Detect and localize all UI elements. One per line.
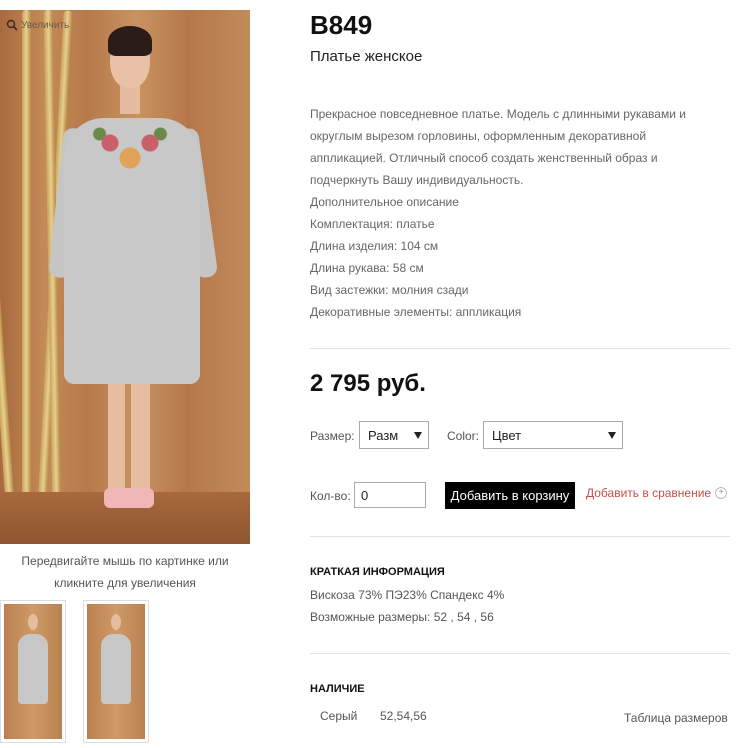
quantity-label: Кол-во: [310, 489, 351, 503]
model-legs [108, 382, 150, 502]
dress-applique [90, 122, 170, 182]
plus-circle-icon: + [715, 487, 728, 499]
divider [310, 348, 730, 349]
dropdown-arrow-icon [414, 432, 422, 439]
divider [310, 536, 730, 537]
main-product-image[interactable] [0, 10, 250, 544]
description-line: Прекрасное повседневное платье. Модель с… [310, 107, 686, 121]
availability-title: НАЛИЧИЕ [310, 683, 365, 695]
model-shoes [104, 488, 154, 508]
availability-color: Серый [320, 709, 358, 723]
description-line: аппликацией. Отличный способ создать жен… [310, 151, 658, 165]
product-sku: B849 [310, 10, 373, 40]
size-table-link[interactable]: Таблица размеров [624, 711, 728, 725]
model-hair [108, 26, 152, 56]
description-line: Комплектация: платье [310, 217, 435, 231]
description-line: Декоративные элементы: аппликация [310, 305, 522, 319]
brief-info-title: КРАТКАЯ ИНФОРМАЦИЯ [310, 566, 445, 578]
product-price: 2 795 руб. [310, 370, 426, 397]
zoom-hint-label: Увеличить [21, 19, 70, 31]
composition-text: Вискоза 73% ПЭ23% Спандекс 4% [310, 588, 505, 602]
dropdown-arrow-icon [608, 432, 616, 439]
description-line: Длина рукава: 58 см [310, 261, 424, 275]
color-select[interactable]: Цвет [483, 421, 623, 449]
size-select[interactable]: Разм [359, 421, 429, 449]
sizes-text: Возможные размеры: 52 , 54 , 56 [310, 610, 494, 624]
availability-sizes: 52,54,56 [380, 709, 427, 723]
description-line: Дополнительное описание [310, 195, 459, 209]
quantity-input[interactable] [354, 482, 426, 508]
add-to-cart-button[interactable]: Добавить в корзину [445, 482, 575, 509]
product-name: Платье женское [310, 48, 423, 65]
size-select-value: Разм [368, 428, 399, 443]
description-line: округлым вырезом горловины, оформленным … [310, 129, 647, 143]
add-to-compare-label: Добавить в сравнение [586, 486, 712, 500]
product-description: Прекрасное повседневное платье. Модель с… [310, 103, 720, 323]
add-to-compare-link[interactable]: Добавить в сравнение + [586, 486, 728, 500]
zoom-caption: Передвигайте мышь по картинке или кликни… [21, 554, 229, 590]
zoom-hint[interactable]: Увеличить [6, 19, 69, 31]
thumbnail-front[interactable] [0, 600, 66, 743]
bamboo-decor [22, 10, 31, 530]
magnifier-icon [6, 19, 18, 31]
model-neck [120, 84, 140, 114]
description-line: Длина изделия: 104 см [310, 239, 439, 253]
bamboo-decor [0, 10, 15, 511]
divider [310, 653, 730, 654]
size-label: Размер: [310, 429, 355, 443]
description-line: подчеркнуть Вашу индивидуальность. [310, 173, 524, 187]
color-select-value: Цвет [492, 428, 522, 443]
description-line: Вид застежки: молния сзади [310, 283, 469, 297]
thumbnail-back[interactable] [83, 600, 149, 743]
color-label: Color: [447, 429, 480, 443]
